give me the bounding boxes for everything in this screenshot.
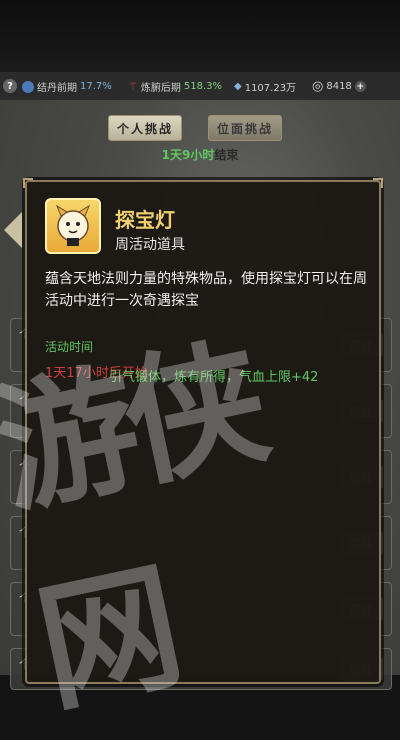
timer-remaining: 1天9小时 (161, 148, 215, 162)
resource-counter: ◆ 1107.23万 (234, 79, 296, 94)
realm-progress: 结丹前期 17.7% (22, 79, 112, 94)
corner-ornament-icon (373, 178, 383, 188)
timer-suffix: 结束 (214, 148, 239, 162)
event-timer: 1天9小时结束 (0, 146, 400, 163)
body-pct: 518.3% (183, 81, 223, 92)
item-name: 探宝灯 (115, 208, 175, 232)
top-decorative-band (0, 0, 400, 72)
item-tooltip-popup: 探宝灯 周活动道具 蕴含天地法则力量的特殊物品，使用探宝灯可以在周活动中进行一次… (23, 178, 383, 684)
corner-ornament-icon (23, 178, 33, 188)
body-label: 炼腑后期 (140, 83, 181, 94)
treasure-lamp-icon (45, 198, 101, 254)
crystal-icon: ◆ (234, 81, 242, 92)
tab-personal-challenge[interactable]: 个人挑战 (108, 115, 182, 141)
help-icon[interactable]: ? (3, 79, 17, 93)
tab-realm-challenge[interactable]: 位面挑战 (208, 115, 282, 141)
body-figure-icon: ⚚ (128, 80, 138, 93)
status-bar: ? 结丹前期 17.7% ⚚ 炼腑后期 518.3% ◆ 1107.23万 ◎ … (0, 72, 400, 101)
lamp-creature-icon (55, 204, 91, 246)
realm-orb-icon (22, 80, 34, 93)
item-description: 蕴含天地法则力量的特殊物品，使用探宝灯可以在周活动中进行一次奇遇探宝 (45, 271, 367, 309)
left-arrow-icon[interactable] (4, 212, 22, 248)
body-progress: ⚚ 炼腑后期 518.3% (128, 79, 222, 94)
item-type: 周活动道具 (115, 237, 185, 253)
add-gold-button[interactable]: + (354, 81, 366, 92)
realm-label: 结丹前期 (37, 83, 77, 94)
spirit-stone-icon: ◎ (312, 79, 324, 94)
gold-amount: 8418 (326, 81, 352, 92)
resource-amount: 1107.23万 (244, 83, 297, 94)
gold-counter: ◎ 8418 + (312, 79, 366, 94)
item-effect: 引气锻体，炼有所得，气血上限+42 (109, 370, 319, 385)
realm-pct: 17.7% (80, 81, 112, 92)
activity-time-title: 活动时间 (45, 340, 94, 354)
help-button[interactable]: ? (3, 79, 17, 93)
